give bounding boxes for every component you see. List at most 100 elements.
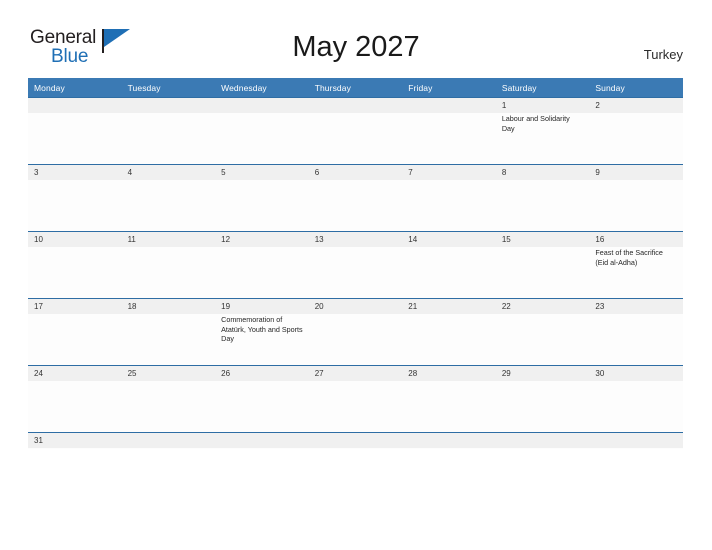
calendar-week-row: 1 Labour and Solidarity Day 2	[28, 97, 683, 164]
day-number: 27	[308, 366, 403, 381]
day-number: 15	[495, 232, 590, 247]
calendar-day-cell[interactable]: 26	[215, 366, 309, 432]
day-number: 24	[28, 366, 122, 381]
calendar-day-cell[interactable]: 5	[215, 165, 309, 231]
calendar-page: General Blue May 2027 Turkey Monday Tues…	[0, 0, 712, 550]
country-label: Turkey	[643, 47, 683, 62]
calendar-day-cell-empty	[121, 98, 216, 164]
calendar-day-cell[interactable]: 29	[495, 366, 590, 432]
calendar-day-cell[interactable]: 28	[402, 366, 496, 432]
calendar-day-cell[interactable]: 16 Feast of the Sacrifice (Eid al-Adha)	[589, 232, 683, 298]
holiday-event-label: Commemoration of Atatürk, Youth and Spor…	[221, 315, 303, 344]
calendar-day-cell[interactable]: 30	[589, 366, 683, 432]
calendar-weeks: 1 Labour and Solidarity Day 2 3 4 5 6 7 8 9 10 11 12…	[28, 97, 683, 449]
day-number: 8	[495, 165, 590, 180]
calendar-day-cell[interactable]: 3	[28, 165, 122, 231]
day-number: 20	[308, 299, 403, 314]
calendar-day-cell[interactable]: 27	[308, 366, 403, 432]
day-number: 29	[495, 366, 590, 381]
calendar-day-cell[interactable]: 1 Labour and Solidarity Day	[495, 98, 590, 164]
day-number: 25	[121, 366, 216, 381]
day-number	[589, 433, 683, 448]
calendar-day-cell[interactable]: 11	[121, 232, 216, 298]
day-number	[121, 98, 216, 113]
holiday-event-label: Labour and Solidarity Day	[501, 114, 570, 133]
calendar-day-cell-empty	[215, 98, 309, 164]
calendar-day-cell[interactable]: 7	[402, 165, 496, 231]
calendar-day-cell[interactable]: 14	[402, 232, 496, 298]
day-number	[308, 98, 403, 113]
day-number: 3	[28, 165, 122, 180]
page-header: General Blue May 2027 Turkey	[0, 0, 712, 78]
day-number: 11	[121, 232, 216, 247]
calendar-day-cell[interactable]: 9	[589, 165, 683, 231]
day-number	[308, 433, 403, 448]
day-number: 2	[589, 98, 683, 113]
day-number: 23	[589, 299, 683, 314]
calendar-day-cell[interactable]: 15	[495, 232, 590, 298]
calendar-day-cell[interactable]: 24	[28, 366, 122, 432]
weekday-header-wednesday: Wednesday	[221, 82, 267, 93]
day-number	[495, 433, 590, 448]
calendar-day-cell[interactable]: 18	[121, 299, 216, 365]
day-events: Feast of the Sacrifice (Eid al-Adha)	[589, 247, 683, 267]
calendar-week-row: 3456789	[28, 164, 683, 231]
weekday-header-thursday: Thursday	[314, 82, 351, 93]
day-number: 12	[215, 232, 309, 247]
calendar-day-cell-empty	[308, 98, 403, 164]
day-number: 13	[308, 232, 403, 247]
calendar-day-cell[interactable]: 17	[28, 299, 122, 365]
calendar-day-cell[interactable]: 21	[402, 299, 496, 365]
calendar-day-cell[interactable]: 20	[308, 299, 403, 365]
day-number: 30	[589, 366, 683, 381]
calendar-day-cell-empty	[495, 433, 590, 449]
day-number: 26	[215, 366, 309, 381]
day-number: 9	[589, 165, 683, 180]
day-number: 19	[215, 299, 309, 314]
calendar-day-cell-empty	[402, 433, 496, 449]
day-number: 1	[495, 98, 590, 113]
day-number	[28, 98, 122, 113]
day-number: 14	[402, 232, 496, 247]
day-events: Commemoration of Atatürk, Youth and Spor…	[215, 314, 309, 344]
day-number: 4	[121, 165, 216, 180]
calendar-week-row: 24 25 26 27 28 29 30	[28, 365, 683, 432]
weekday-header-tuesday: Tuesday	[127, 82, 161, 93]
day-number: 16	[589, 232, 683, 247]
day-number: 18	[121, 299, 216, 314]
calendar-day-cell[interactable]: 6	[308, 165, 403, 231]
calendar-grid: Monday Tuesday Wednesday Thursday Friday…	[28, 78, 683, 449]
calendar-day-cell-empty	[215, 433, 309, 449]
day-number	[402, 98, 496, 113]
calendar-day-cell-empty	[402, 98, 496, 164]
calendar-day-cell-empty	[28, 98, 122, 164]
day-number	[215, 98, 309, 113]
day-number: 17	[28, 299, 122, 314]
calendar-day-cell[interactable]: 31	[28, 433, 122, 449]
calendar-day-cell[interactable]: 19 Commemoration of Atatürk, Youth and Sp…	[215, 299, 309, 365]
calendar-day-cell[interactable]: 10	[28, 232, 122, 298]
calendar-week-row: 10 11 12 13 14 15 16 Feast of the Sacrifice (Ei…	[28, 231, 683, 298]
page-title: May 2027	[292, 31, 420, 63]
calendar-day-cell[interactable]: 23	[589, 299, 683, 365]
calendar-week-row: 17 18 19 Commemoration of Atatürk, Youth an…	[28, 298, 683, 365]
calendar-day-cell[interactable]: 12	[215, 232, 309, 298]
calendar-day-cell[interactable]: 2	[589, 98, 683, 164]
calendar-day-cell-empty	[308, 433, 403, 449]
day-number: 28	[402, 366, 496, 381]
weekday-header-sunday: Sunday	[595, 82, 625, 93]
day-number: 7	[402, 165, 496, 180]
calendar-day-cell[interactable]: 13	[308, 232, 403, 298]
calendar-day-cell-empty	[589, 433, 683, 449]
calendar-day-cell[interactable]: 8	[495, 165, 590, 231]
day-number: 22	[495, 299, 590, 314]
day-number: 10	[28, 232, 122, 247]
calendar-day-cell[interactable]: 22	[495, 299, 590, 365]
day-number	[402, 433, 496, 448]
calendar-day-cell[interactable]: 4	[121, 165, 216, 231]
calendar-day-cell[interactable]: 25	[121, 366, 216, 432]
weekday-header-friday: Friday	[408, 82, 433, 93]
holiday-event-label: Feast of the Sacrifice (Eid al-Adha)	[595, 248, 663, 267]
weekday-header-monday: Monday	[34, 82, 65, 93]
day-number: 6	[308, 165, 403, 180]
